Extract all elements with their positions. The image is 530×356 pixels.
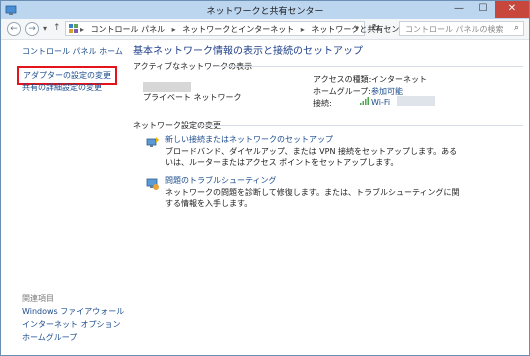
new-connection-icon	[146, 137, 159, 147]
search-icon[interactable]: ⌕	[514, 23, 519, 33]
sidebar-control-panel-home[interactable]: コントロール パネル ホーム	[22, 46, 123, 57]
setup-new-connection-desc: ブロードバンド、ダイヤルアップ、または VPN 接続をセットアップします。あるい…	[165, 147, 458, 167]
back-button[interactable]: ←	[7, 22, 21, 36]
minimize-button[interactable]: —	[447, 1, 471, 18]
setup-new-connection-link[interactable]: 新しい接続またはネットワークのセットアップ	[165, 134, 333, 145]
address-row: ← → ▾ ↑ ▸ コントロール パネル ▸ ネットワークとインターネット ▸ …	[1, 19, 529, 40]
title-bar: ネットワークと共有センター — ☐ ✕	[1, 1, 529, 19]
troubleshoot-desc: ネットワークの問題を診断して修復します。または、トラブルシューティングに関する情…	[165, 188, 460, 208]
forward-button[interactable]: →	[25, 22, 39, 36]
troubleshoot-link[interactable]: 問題のトラブルシューティング	[165, 175, 277, 186]
control-panel-icon	[69, 24, 78, 33]
section-divider	[215, 66, 523, 67]
sidebar-advanced-sharing-settings[interactable]: 共有の詳細設定の変更	[22, 82, 102, 93]
search-placeholder: コントロール パネルの検索	[405, 25, 504, 34]
breadcrumb-control-panel[interactable]: コントロール パネル	[91, 25, 166, 34]
network-name-redacted	[143, 82, 191, 92]
breadcrumb-separator[interactable]: ▸	[301, 25, 305, 34]
breadcrumb-separator[interactable]: ▸	[172, 25, 176, 34]
close-button[interactable]: ✕	[495, 1, 529, 18]
wifi-connection-link[interactable]: Wi-Fi	[371, 98, 390, 107]
related-header: 関連項目	[22, 294, 54, 303]
access-type-label: アクセスの種類:	[313, 75, 372, 84]
refresh-button[interactable]: ↻	[369, 22, 383, 36]
wifi-name-redacted	[397, 96, 435, 106]
address-bar[interactable]: ▸ コントロール パネル ▸ ネットワークとインターネット ▸ ネットワークと共…	[65, 21, 415, 36]
recent-pages-dropdown[interactable]: ▾	[43, 24, 47, 33]
section-divider	[199, 125, 523, 126]
window: ネットワークと共有センター — ☐ ✕ ← → ▾ ↑ ▸ コントロール パネル…	[0, 0, 530, 356]
address-dropdown[interactable]: ▾	[355, 24, 359, 33]
up-button[interactable]: ↑	[53, 23, 61, 33]
wifi-signal-icon	[360, 97, 369, 105]
access-type-value: インターネット	[371, 75, 427, 84]
related-internet-options[interactable]: インターネット オプション	[22, 319, 121, 330]
related-homegroup[interactable]: ホームグループ	[22, 332, 77, 343]
homegroup-label: ホームグループ:	[313, 87, 371, 96]
sidebar: コントロール パネル ホーム アダプターの設定の変更 共有の詳細設定の変更 関連…	[1, 40, 124, 355]
breadcrumb-network-internet[interactable]: ネットワークとインターネット	[182, 25, 294, 34]
breadcrumb-separator: ▸	[80, 25, 85, 34]
page-title: 基本ネットワーク情報の表示と接続のセットアップ	[133, 46, 363, 57]
connection-label: 接続:	[313, 99, 332, 108]
network-type-link[interactable]: プライベート ネットワーク	[143, 92, 242, 103]
troubleshoot-icon	[146, 178, 159, 190]
maximize-button[interactable]: ☐	[471, 1, 495, 18]
related-windows-firewall[interactable]: Windows ファイアウォール	[22, 306, 124, 317]
search-input[interactable]: コントロール パネルの検索 ⌕	[399, 21, 524, 36]
